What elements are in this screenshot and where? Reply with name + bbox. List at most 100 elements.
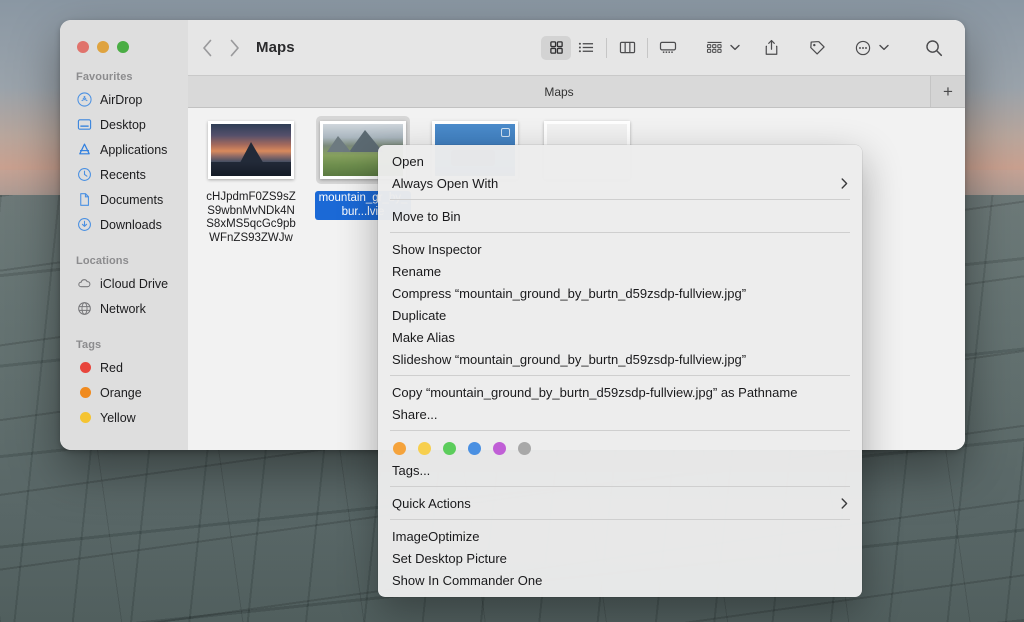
sidebar-item-downloads[interactable]: Downloads (60, 212, 188, 237)
menu-item-slideshow[interactable]: Slideshow “mountain_ground_by_burtn_d59z… (378, 348, 862, 370)
icloud-drive-icon (76, 276, 92, 292)
tag-dot-icon (76, 385, 92, 401)
gallery-view-button[interactable] (653, 36, 683, 60)
menu-separator (390, 232, 850, 233)
menu-separator (390, 199, 850, 200)
sidebar-item-network[interactable]: Network (60, 296, 188, 321)
menu-item-open[interactable]: Open (378, 150, 862, 172)
menu-item-label: Open (392, 153, 424, 169)
file-item-webp[interactable]: cHJpdmF0ZS9sZS9wbnMvNDk4NS8xMS5qcGc9pbWF… (204, 116, 298, 245)
close-button[interactable] (77, 41, 89, 53)
sidebar-item-label: Orange (100, 385, 142, 400)
sidebar-item-label: AirDrop (100, 92, 143, 107)
tag-color-orange[interactable] (393, 442, 406, 455)
menu-separator (390, 375, 850, 376)
new-tab-button[interactable]: + (930, 76, 965, 107)
menu-item-label: Slideshow “mountain_ground_by_burtn_d59z… (392, 351, 747, 367)
tag-button[interactable] (802, 36, 832, 60)
menu-item-duplicate[interactable]: Duplicate (378, 304, 862, 326)
tag-color-grey[interactable] (518, 442, 531, 455)
menu-item-label: Make Alias (392, 329, 455, 345)
menu-item-label: Quick Actions (392, 495, 471, 511)
menu-item-label: Show Inspector (392, 241, 482, 257)
search-icon[interactable] (919, 36, 949, 60)
finder-sidebar: Favourites AirDrop Desktop Applications (60, 20, 188, 450)
menu-item-label: ImageOptimize (392, 528, 480, 544)
tag-color-purple[interactable] (493, 442, 506, 455)
sidebar-item-label: Documents (100, 192, 164, 207)
sidebar-item-airdrop[interactable]: AirDrop (60, 87, 188, 112)
sidebar-item-tag-orange[interactable]: Orange (60, 380, 188, 405)
chevron-right-icon (841, 177, 848, 189)
sidebar-item-label: Downloads (100, 217, 162, 232)
tab-maps[interactable]: Maps (188, 76, 930, 107)
menu-item-rename[interactable]: Rename (378, 260, 862, 282)
menu-item-set-desktop-picture[interactable]: Set Desktop Picture (378, 547, 862, 569)
chevron-down-icon[interactable] (730, 44, 740, 51)
sidebar-item-label: Network (100, 301, 146, 316)
icon-view-button[interactable] (541, 35, 571, 60)
menu-item-show-inspector[interactable]: Show Inspector (378, 238, 862, 260)
menu-item-show-in-commander-one[interactable]: Show In Commander One (378, 569, 862, 591)
column-view-button[interactable] (612, 36, 642, 60)
menu-separator (390, 486, 850, 487)
context-menu[interactable]: Open Always Open With Move to Bin Show I… (378, 145, 862, 597)
menu-item-label: Always Open With (392, 175, 499, 191)
menu-item-always-open-with[interactable]: Always Open With (378, 172, 862, 194)
zoom-button[interactable] (117, 41, 129, 53)
downloads-icon (76, 217, 92, 233)
finder-tab-bar: Maps + (188, 75, 965, 108)
menu-item-imageoptimize[interactable]: ImageOptimize (378, 525, 862, 547)
sidebar-item-applications[interactable]: Applications (60, 137, 188, 162)
sidebar-item-tag-red[interactable]: Red (60, 355, 188, 380)
more-actions-control[interactable] (848, 36, 889, 60)
tag-dot-icon (76, 360, 92, 376)
menu-item-quick-actions[interactable]: Quick Actions (378, 492, 862, 514)
menu-item-compress[interactable]: Compress “mountain_ground_by_burtn_d59zs… (378, 282, 862, 304)
toolbar-divider (606, 37, 607, 58)
chevron-right-icon (841, 497, 848, 509)
nav-arrows (202, 39, 240, 57)
tag-color-blue[interactable] (468, 442, 481, 455)
share-button[interactable] (756, 36, 786, 60)
sidebar-item-label: Applications (100, 142, 168, 157)
menu-item-share[interactable]: Share... (378, 403, 862, 425)
tab-label: Maps (544, 84, 574, 99)
group-by-button[interactable] (699, 36, 729, 60)
more-actions-button[interactable] (848, 36, 878, 60)
back-button[interactable] (202, 39, 213, 57)
sidebar-item-label: iCloud Drive (100, 276, 169, 291)
toolbar-divider (647, 37, 648, 58)
forward-button[interactable] (229, 39, 240, 57)
menu-item-label: Copy “mountain_ground_by_burtn_d59zsdp-f… (392, 384, 798, 400)
menu-item-label: Rename (392, 263, 442, 279)
tag-color-green[interactable] (443, 442, 456, 455)
sidebar-item-documents[interactable]: Documents (60, 187, 188, 212)
menu-separator (390, 430, 850, 431)
tag-color-row[interactable] (378, 436, 862, 459)
sidebar-section-favourites: Favourites (76, 71, 133, 83)
sidebar-item-label: Red (100, 360, 123, 375)
sidebar-item-tag-yellow[interactable]: Yellow (60, 405, 188, 430)
file-label-line1: mountain_gr (318, 192, 383, 204)
desktop-wallpaper: Favourites AirDrop Desktop Applications (0, 0, 1024, 622)
tag-color-yellow[interactable] (418, 442, 431, 455)
list-view-button[interactable] (571, 36, 601, 60)
sidebar-item-desktop[interactable]: Desktop (60, 112, 188, 137)
sidebar-item-recents[interactable]: Recents (60, 162, 188, 187)
menu-item-make-alias[interactable]: Make Alias (378, 326, 862, 348)
menu-item-tags[interactable]: Tags... (378, 459, 862, 481)
chevron-down-icon[interactable] (879, 44, 889, 51)
applications-icon (76, 142, 92, 158)
menu-item-label: Show In Commander One (392, 572, 543, 588)
menu-item-label: Set Desktop Picture (392, 550, 507, 566)
menu-item-label: Compress “mountain_ground_by_burtn_d59zs… (392, 285, 747, 301)
network-globe-icon (76, 301, 92, 317)
menu-item-copy-as-pathname[interactable]: Copy “mountain_ground_by_burtn_d59zsdp-f… (378, 381, 862, 403)
group-by-control[interactable] (699, 36, 740, 60)
sidebar-section-locations: Locations (76, 255, 129, 267)
sidebar-item-icloud-drive[interactable]: iCloud Drive (60, 271, 188, 296)
minimize-button[interactable] (97, 41, 109, 53)
window-traffic-lights[interactable] (60, 20, 188, 53)
menu-item-move-to-bin[interactable]: Move to Bin (378, 205, 862, 227)
